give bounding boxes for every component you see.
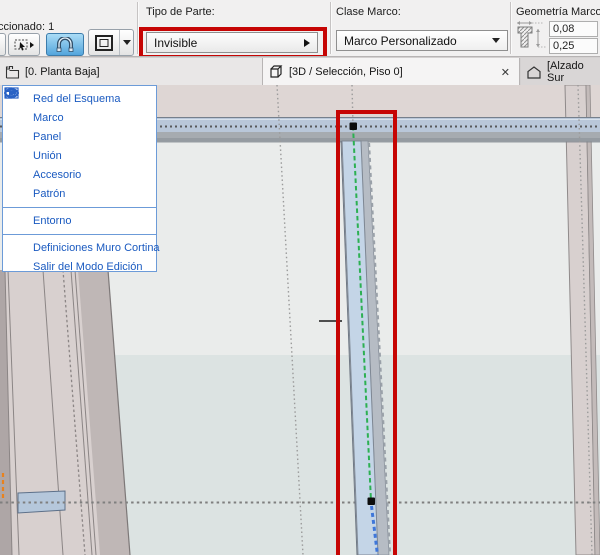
frame-display-dropdown-arrow[interactable]	[119, 30, 133, 55]
magnet-icon	[55, 37, 75, 53]
menu-item-accesorio[interactable]: Accesorio	[3, 165, 156, 184]
menu-item-label: Accesorio	[33, 169, 81, 181]
frame-icon	[94, 34, 114, 52]
frame-width-field[interactable]	[549, 21, 598, 37]
part-type-value: Invisible	[147, 36, 304, 50]
frame-display-button[interactable]	[89, 30, 119, 55]
exit-icon	[10, 260, 27, 274]
menu-item-label: Patrón	[33, 188, 65, 200]
chevron-down-icon	[492, 38, 500, 43]
menu-item-salir-modo-edicion[interactable]: Salir del Modo Edición	[3, 257, 156, 276]
menu-item-label: Salir del Modo Edición	[33, 261, 142, 273]
flyout-arrow-icon	[304, 39, 310, 47]
menu-item-union[interactable]: Unión	[3, 146, 156, 165]
archicad-window: ccionado: 1	[0, 0, 600, 555]
eye-open-icon[interactable]	[10, 149, 27, 163]
frame-depth-field[interactable]	[549, 38, 598, 54]
frame-class-label: Clase Marco:	[336, 6, 401, 18]
menu-item-patron[interactable]: Patrón	[3, 184, 156, 203]
eye-closed-icon[interactable]	[10, 187, 27, 201]
floor-plan-icon	[5, 65, 20, 80]
view-tab-bar: [0. Planta Baja] [3D / Selección, Piso 0…	[0, 56, 600, 85]
settings-table-icon	[10, 241, 27, 255]
menu-item-red-del-esquema[interactable]: Red del Esquema	[3, 89, 156, 108]
marquee-select-button[interactable]	[8, 33, 40, 56]
menu-item-panel[interactable]: Panel	[3, 127, 156, 146]
selection-count-label: ccionado: 1	[0, 21, 54, 33]
menu-item-label: Entorno	[33, 215, 72, 227]
menu-item-label: Marco	[33, 112, 64, 124]
tab-separator	[519, 58, 520, 86]
curtain-wall-edit-menu: Red del Esquema Marco Panel Unión	[2, 85, 157, 272]
frame-class-dropdown[interactable]: Marco Personalizado	[336, 30, 508, 51]
eye-open-icon[interactable]	[10, 130, 27, 144]
frame-display-button-group	[88, 29, 134, 56]
tab-label: [0. Planta Baja]	[25, 66, 100, 78]
part-type-label: Tipo de Parte:	[146, 6, 215, 18]
menu-item-label: Panel	[33, 131, 61, 143]
tab-label: [3D / Selección, Piso 0]	[289, 66, 403, 78]
magnet-button[interactable]	[46, 33, 84, 56]
part-type-dropdown[interactable]: Invisible	[146, 32, 318, 53]
frame-geometry-label: Geometría Marco:	[516, 6, 600, 18]
tab-planta-baja[interactable]: [0. Planta Baja]	[0, 58, 262, 86]
eye-open-icon[interactable]	[10, 214, 27, 228]
menu-item-label: Unión	[33, 150, 62, 162]
frame-profile-icon	[512, 19, 548, 60]
menu-separator	[3, 207, 156, 208]
3d-viewport[interactable]: Red del Esquema Marco Panel Unión	[0, 85, 600, 555]
eye-open-icon[interactable]	[10, 111, 27, 125]
3d-view-icon	[268, 64, 284, 80]
eye-open-icon[interactable]	[10, 168, 27, 182]
marquee-select-icon	[14, 38, 35, 52]
tab-label: [Alzado Sur	[547, 60, 600, 84]
mullion-highlight-box	[336, 110, 397, 555]
menu-item-marco[interactable]: Marco	[3, 108, 156, 127]
toolbar-separator	[330, 2, 332, 54]
options-toolbar: ccionado: 1	[0, 0, 600, 56]
menu-item-label: Definiciones Muro Cortina	[33, 242, 160, 254]
partial-toolbar-button[interactable]	[0, 33, 6, 56]
menu-separator	[3, 234, 156, 235]
elevation-icon	[526, 65, 542, 80]
chevron-down-icon	[123, 40, 131, 45]
menu-item-definiciones-muro-cortina[interactable]: Definiciones Muro Cortina	[3, 238, 156, 257]
frame-class-value: Marco Personalizado	[337, 34, 492, 48]
menu-item-entorno[interactable]: Entorno	[3, 211, 156, 230]
tab-3d-seleccion[interactable]: [3D / Selección, Piso 0] ✕	[263, 58, 519, 86]
tab-alzado-sur[interactable]: [Alzado Sur	[521, 58, 600, 86]
left-wall[interactable]	[0, 270, 130, 555]
menu-item-label: Red del Esquema	[33, 93, 120, 105]
tab-close-icon[interactable]: ✕	[501, 66, 510, 79]
